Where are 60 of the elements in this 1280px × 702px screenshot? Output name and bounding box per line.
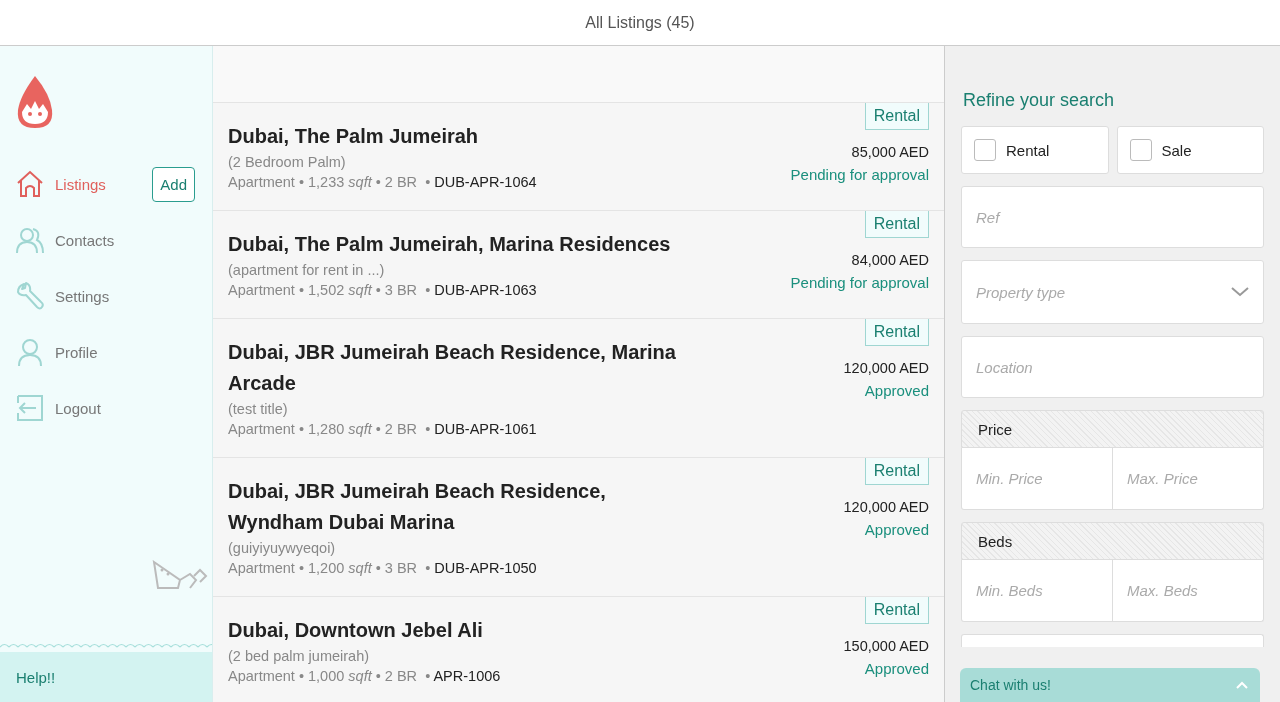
listing-tag: Rental <box>864 103 929 130</box>
add-button[interactable]: Add <box>152 166 195 202</box>
listing-subtitle: (2 Bedroom Palm) <box>228 154 347 170</box>
listing-price: 84,000 AED <box>851 252 929 268</box>
listing-price: 85,000 AED <box>851 144 929 160</box>
help-link[interactable]: Help!! <box>16 668 56 686</box>
sidebar-item[interactable]: Listings <box>15 166 106 202</box>
listing-title[interactable]: Dubai, The Palm Jumeirah, Marina Residences <box>228 229 671 260</box>
person-icon <box>15 337 45 367</box>
range-header: Beds <box>961 522 1264 560</box>
listing-subtitle: (guiyiyuywyeqoi) <box>228 540 337 556</box>
chat-label[interactable]: Chat with us! <box>970 677 1051 693</box>
listing-price: 120,000 AED <box>843 499 929 515</box>
checkbox-label[interactable]: Rental <box>1006 141 1050 159</box>
listing-status: Approved <box>864 660 929 677</box>
filter-field[interactable] <box>961 634 1264 647</box>
listing-title[interactable]: Dubai, JBR Jumeirah Beach Residence, Wyndham Dubai Marina <box>228 476 698 538</box>
chevron-down-icon <box>1231 287 1249 297</box>
text-field[interactable]: Location <box>961 336 1264 398</box>
people-icon <box>15 225 45 255</box>
listing-status: Approved <box>864 521 929 538</box>
max-field[interactable]: Max. Price <box>1113 448 1264 510</box>
chevron-up-icon[interactable] <box>1236 681 1248 689</box>
listing-subtitle: (apartment for rent in ...) <box>228 262 386 278</box>
sidebar-item[interactable]: Profile <box>15 334 212 370</box>
checkbox-label[interactable]: Sale <box>1161 141 1192 159</box>
house-icon <box>15 169 45 199</box>
listing-price: 120,000 AED <box>843 360 929 376</box>
sidebar-item[interactable]: Settings <box>15 278 212 314</box>
listing-subtitle: (test title) <box>228 401 289 417</box>
listing-tag: Rental <box>864 597 929 624</box>
text-field[interactable]: Ref <box>961 186 1264 248</box>
listing-tag: Rental <box>864 211 929 238</box>
filter-heading: Refine your search <box>963 90 1116 111</box>
listing-title[interactable]: Dubai, JBR Jumeirah Beach Residence, Marina Arcade <box>228 337 698 399</box>
listing-details: Apartment • 1,502 sqft • 3 BR • DUB-APR-1063 <box>228 282 538 298</box>
exit-icon <box>15 393 45 423</box>
listing-subtitle: (2 bed palm jumeirah) <box>228 648 371 664</box>
min-field[interactable]: Min. Beds <box>961 560 1113 622</box>
listing-status: Pending for approval <box>790 166 929 183</box>
listing-tag: Rental <box>864 458 929 485</box>
min-field[interactable]: Min. Price <box>961 448 1113 510</box>
listing-status: Approved <box>864 382 929 399</box>
max-field[interactable]: Max. Beds <box>1113 560 1264 622</box>
checkbox[interactable] <box>974 139 996 161</box>
page-title: All Listings (45) <box>585 13 695 32</box>
listing-details: Apartment • 1,000 sqft • 2 BR • APR-1006 <box>228 668 501 684</box>
checkbox[interactable] <box>1129 139 1152 161</box>
listing-price: 150,000 AED <box>843 638 929 654</box>
sidebar-item[interactable]: Contacts <box>15 222 212 258</box>
sidebar-item[interactable]: Logout <box>15 390 212 426</box>
listing-details: Apartment • 1,233 sqft • 2 BR • DUB-APR-1064 <box>228 174 537 190</box>
range-header: Price <box>961 410 1264 448</box>
listing-tag: Rental <box>864 319 929 346</box>
listing-status: Pending for approval <box>790 274 929 291</box>
wrench-icon <box>15 281 45 311</box>
listing-details: Apartment • 1,280 sqft • 2 BR • DUB-APR-1061 <box>228 421 538 437</box>
listing-title[interactable]: Dubai, Downtown Jebel Ali <box>228 615 501 646</box>
listing-title[interactable]: Dubai, The Palm Jumeirah <box>228 121 537 152</box>
listing-details: Apartment • 1,200 sqft • 3 BR • DUB-APR-1050 <box>228 560 538 576</box>
